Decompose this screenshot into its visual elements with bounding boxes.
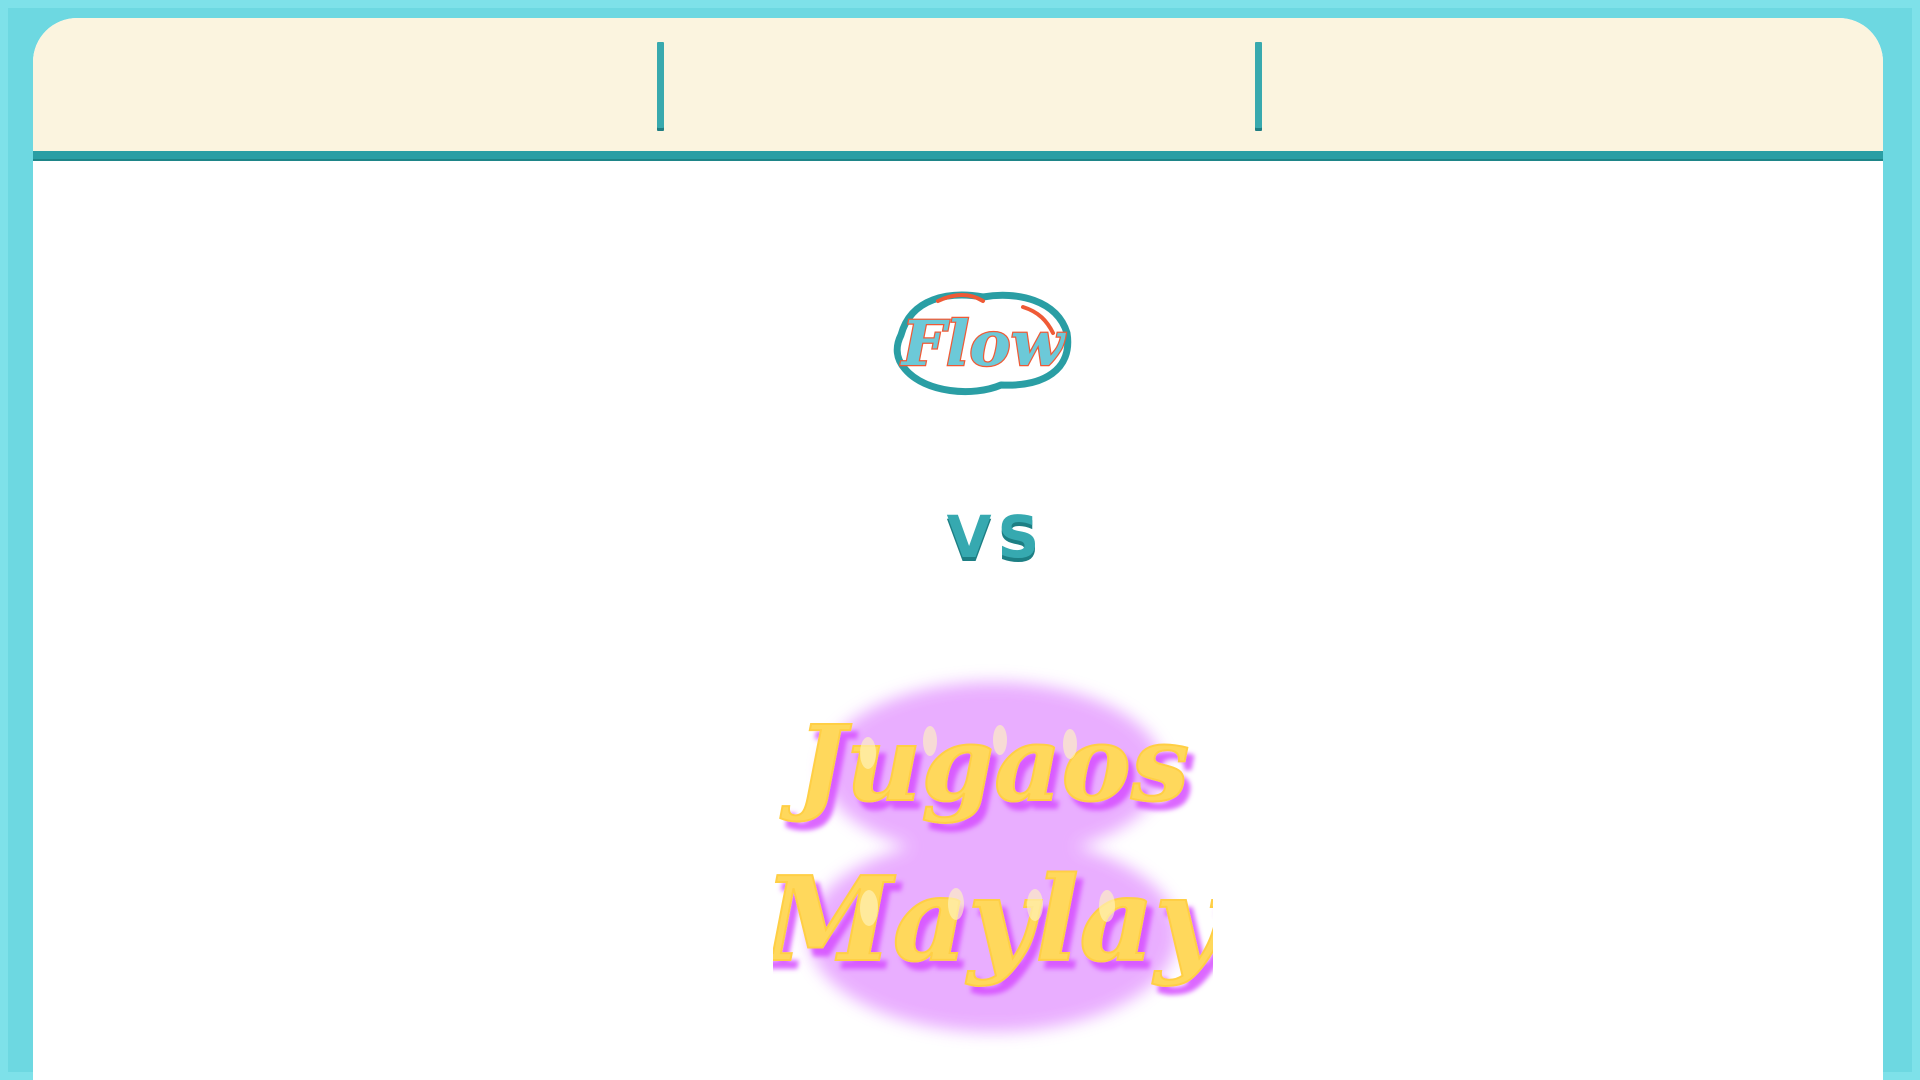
flow-logo-icon: Flow [883,265,1083,415]
top-bar [33,18,1883,151]
topbar-divider-right [1255,42,1262,128]
topbar-divider-left [657,42,664,128]
main-panel: Flow VS Jugaos Maylay [33,18,1883,1080]
jugaos-logo-line1: Jugaos [780,702,1190,825]
topbar-border [33,151,1883,159]
window-frame: Flow VS Jugaos Maylay [0,0,1920,1080]
jugaos-maylay-logo-icon: Jugaos Maylay [759,648,1230,1068]
jugaos-logo-line2: Maylay [773,852,1213,988]
versus-label: VS [946,503,1046,571]
